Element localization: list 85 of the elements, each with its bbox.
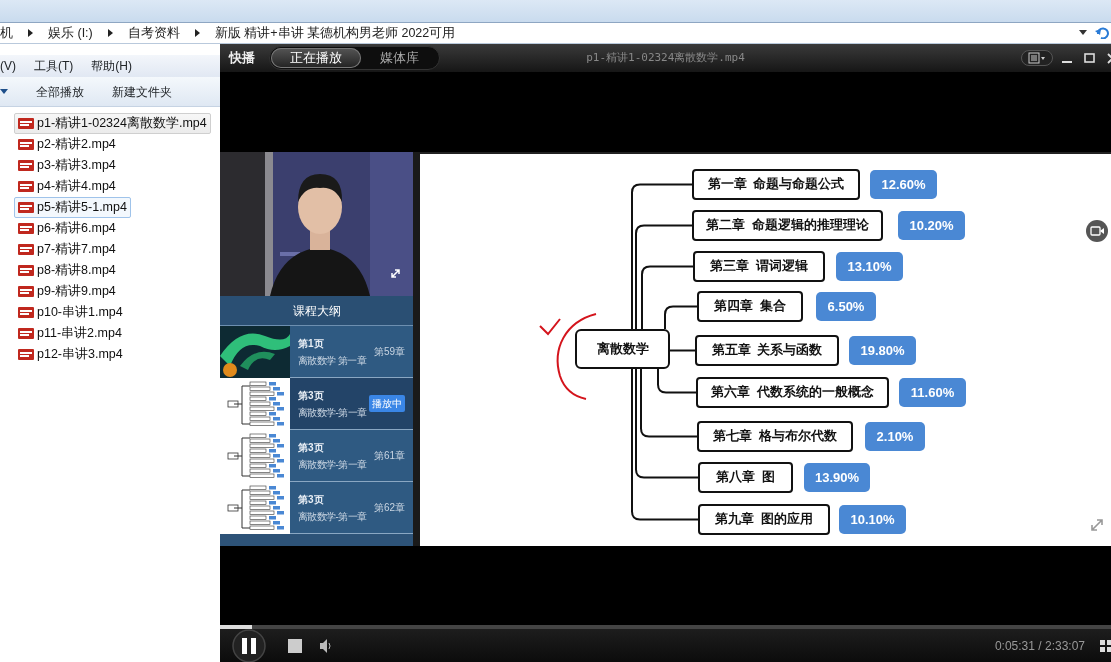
file-item[interactable]: p8-精讲8.mp4 xyxy=(14,260,120,281)
video-file-icon xyxy=(18,222,34,235)
chevron-icon xyxy=(27,28,34,38)
camera-icon[interactable] xyxy=(1086,220,1108,242)
video-file-icon xyxy=(18,285,34,298)
video-file-icon xyxy=(18,201,34,214)
chapter-node: 第八章 图 xyxy=(698,462,793,493)
root-node: 离散数学 xyxy=(575,329,670,369)
video-file-icon xyxy=(18,243,34,256)
file-item[interactable]: p4-精讲4.mp4 xyxy=(14,176,120,197)
menu-item[interactable]: 工具(T) xyxy=(34,57,74,75)
toolbar-button[interactable]: 全部播放 xyxy=(36,82,84,101)
dropdown-icon[interactable] xyxy=(1079,29,1087,35)
page-label: 第1页 xyxy=(298,336,325,351)
video-file-icon xyxy=(18,348,34,361)
percentage-label: 6.50% xyxy=(816,292,876,321)
chapter-label: 第59章 xyxy=(373,345,405,359)
video-file-icon xyxy=(18,264,34,277)
file-item[interactable]: p2-精讲2.mp4 xyxy=(14,134,120,155)
chevron-icon xyxy=(106,28,114,38)
chapter-label: 第62章 xyxy=(373,501,405,515)
file-item[interactable]: p9-精讲9.mp4 xyxy=(14,281,120,302)
breadcrumb-item[interactable]: 新版 精讲+串讲 某德机构男老师 2022可用 xyxy=(214,23,456,43)
connector-line xyxy=(669,349,696,352)
chapter-node: 第六章 代数系统的一般概念 xyxy=(696,377,889,408)
subtitle: 离散数学-第一章 xyxy=(298,509,368,524)
chapter-node: 第九章 图的应用 xyxy=(698,504,830,535)
video-file-icon xyxy=(18,180,34,193)
dropdown-icon[interactable] xyxy=(0,89,8,94)
file-item[interactable]: p6-精讲6.mp4 xyxy=(14,218,120,239)
volume-button[interactable] xyxy=(320,638,332,653)
window-title: p1-精讲1-02324离散数学.mp4 xyxy=(586,49,745,66)
pause-button[interactable] xyxy=(232,628,266,662)
tab[interactable]: 媒体库 xyxy=(361,47,438,69)
subtitle: 离散数学 第一章 xyxy=(298,353,368,368)
video-file-icon xyxy=(18,117,34,130)
time-display: 0:05:31 / 2:33:07 xyxy=(994,637,1085,655)
percentage-label: 11.60% xyxy=(899,378,966,407)
tab[interactable]: 正在播放 xyxy=(271,47,361,69)
panel-title: 课程大纲 xyxy=(220,296,413,326)
chevron-icon xyxy=(193,28,201,38)
playlist-icon[interactable] xyxy=(1100,640,1111,652)
refresh-icon[interactable] xyxy=(1095,25,1109,39)
video-file-icon xyxy=(18,159,34,172)
file-item[interactable]: p3-精讲3.mp4 xyxy=(14,155,120,176)
file-item[interactable]: p5-精讲5-1.mp4 xyxy=(14,197,131,218)
chapter-node: 第四章 集合 xyxy=(697,291,803,322)
subtitle: 离散数学-第一章 xyxy=(298,405,368,420)
playing-badge: 播放中 xyxy=(369,395,405,412)
video-file-icon xyxy=(18,306,34,319)
chapter-node: 第七章 格与布尔代数 xyxy=(697,421,853,452)
toolbar-button[interactable]: 新建文件夹 xyxy=(112,82,172,101)
percentage-label: 10.20% xyxy=(898,211,965,240)
file-item[interactable]: p1-精讲1-02324离散数学.mp4 xyxy=(14,113,211,134)
chapter-node: 第一章 命题与命题公式 xyxy=(692,169,860,200)
page-label: 第3页 xyxy=(298,388,325,403)
breadcrumb-item[interactable]: 机 xyxy=(0,23,13,43)
maximize-icon[interactable] xyxy=(1084,53,1095,63)
file-item[interactable]: p11-串讲2.mp4 xyxy=(14,323,126,344)
menu-item[interactable]: 帮助(H) xyxy=(91,57,132,75)
progress-bar[interactable] xyxy=(220,625,1111,629)
chapter-node: 第三章 谓词逻辑 xyxy=(693,251,825,282)
percentage-label: 2.10% xyxy=(865,422,925,451)
percentage-label: 10.10% xyxy=(839,505,906,534)
file-item[interactable]: p7-精讲7.mp4 xyxy=(14,239,120,260)
chapter-node: 第五章 关系与函数 xyxy=(695,335,839,366)
menu-item[interactable]: (V) xyxy=(0,57,16,75)
menu-button[interactable] xyxy=(1021,50,1053,66)
percentage-label: 13.10% xyxy=(836,252,903,281)
percentage-label: 19.80% xyxy=(849,336,916,365)
video-file-icon xyxy=(18,138,34,151)
page-label: 第3页 xyxy=(298,492,325,507)
app-name: 快播 xyxy=(229,49,255,68)
percentage-label: 12.60% xyxy=(870,170,937,199)
file-item[interactable]: p10-串讲1.mp4 xyxy=(14,302,127,323)
percentage-label: 13.90% xyxy=(804,463,870,492)
chapter-node: 第二章 命题逻辑的推理理论 xyxy=(692,210,883,241)
breadcrumb-item[interactable]: 自考资料 xyxy=(127,23,180,43)
chapter-label: 第61章 xyxy=(373,449,405,463)
breadcrumb-item[interactable]: 娱乐 (I:) xyxy=(48,23,93,43)
subtitle: 离散数学-第一章 xyxy=(298,457,368,472)
video-file-icon xyxy=(18,327,34,340)
stop-button[interactable] xyxy=(288,638,302,653)
page-label: 第3页 xyxy=(298,440,325,455)
file-item[interactable]: p12-串讲3.mp4 xyxy=(14,344,127,365)
